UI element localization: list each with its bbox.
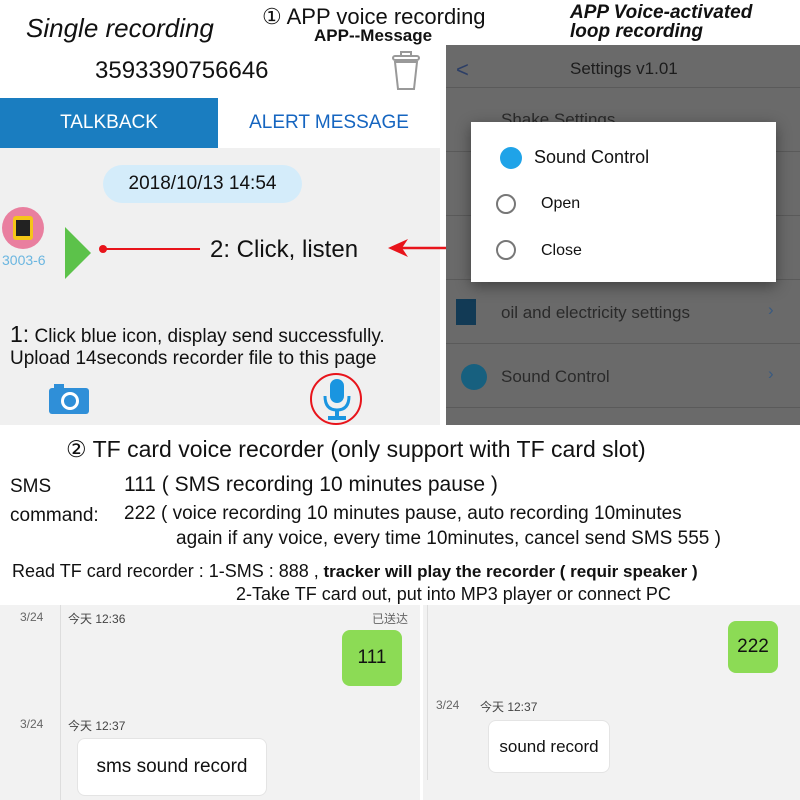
msg-date: 3/24 <box>20 717 44 731</box>
command-222: 222 ( voice recording 10 minutes pause, … <box>124 503 682 524</box>
step-text: Click blue icon, display send successful… <box>29 326 385 347</box>
radio-open[interactable] <box>496 194 516 214</box>
msg-date: 3/24 <box>436 698 460 712</box>
delivery-status: 已送达 <box>372 612 409 626</box>
settings-row-oil-electricity[interactable]: oil and electricity settings › <box>446 280 800 344</box>
single-recording-title: Single recording <box>26 13 214 43</box>
annotation-1-line2: Upload 14seconds recorder file to this p… <box>10 348 377 369</box>
title-line: APP Voice-activated <box>570 2 753 23</box>
read-option-1: tracker will play the recorder ( requir … <box>318 562 698 581</box>
tab-alert-message[interactable]: ALERT MESSAGE <box>218 98 440 148</box>
trash-icon[interactable] <box>390 51 422 91</box>
received-message: sound record <box>488 720 610 773</box>
fuel-icon <box>456 299 476 325</box>
step-number: 1: <box>10 321 30 347</box>
sms-chat-left: 3/24 今天 12:36 已送达 111 3/24 今天 12:37 sms … <box>0 605 420 800</box>
command-111: 111 ( SMS recording 10 minutes pause ) <box>124 473 498 496</box>
annotation-line <box>102 248 200 250</box>
arrow-left-icon <box>388 239 446 257</box>
read-tf-line: Read TF card recorder : 1-SMS : 888 , tr… <box>12 561 698 582</box>
annotation-1: 1: Click blue icon, display send success… <box>10 321 385 348</box>
click-listen-annotation: 2: Click, listen <box>210 236 359 263</box>
app-message-screen: 3593390756646 TALKBACK ALERT MESSAGE 201… <box>0 45 440 425</box>
sound-control-icon <box>461 364 487 390</box>
radio-close[interactable] <box>496 240 516 260</box>
msg-date: 3/24 <box>20 610 44 624</box>
msg-time: 今天 12:37 <box>68 719 126 733</box>
device-name: 3003-6 <box>2 252 46 268</box>
title-line: loop recording <box>570 21 703 42</box>
settings-row-sound-control[interactable]: Sound Control › <box>446 344 800 408</box>
sms-chat-right: 222 3/24 今天 12:37 sound record <box>423 605 800 800</box>
sent-message: 111 <box>342 630 402 686</box>
device-avatar[interactable] <box>2 207 44 249</box>
command-label: command: <box>10 505 99 526</box>
command-222-cont: again if any voice, every time 10minutes… <box>176 528 721 549</box>
msg-time: 今天 12:36 <box>68 612 126 626</box>
play-voice-icon[interactable] <box>63 225 93 281</box>
record-voice-button[interactable] <box>310 373 362 425</box>
tab-talkback[interactable]: TALKBACK <box>0 98 218 148</box>
row-label: Sound Control <box>501 367 610 386</box>
phone-number: 3593390756646 <box>95 57 269 84</box>
tf-heading: ② TF card voice recorder (only support w… <box>66 436 646 462</box>
camera-icon[interactable] <box>49 382 89 414</box>
option-open[interactable]: Open <box>541 195 580 213</box>
sent-message: 222 <box>728 621 778 673</box>
row-label: oil and electricity settings <box>501 303 690 322</box>
annotation-dot <box>99 245 107 253</box>
settings-screen: < Settings v1.01 Shake Settings oil and … <box>446 45 800 425</box>
voice-activated-title: APP Voice-activated loop recording <box>570 3 752 41</box>
app-message-subtitle: APP--Message <box>314 26 433 45</box>
read-option-2: 2-Take TF card out, put into MP3 player … <box>236 584 671 604</box>
received-message: sms sound record <box>77 738 267 796</box>
sound-control-dialog: Sound Control Open Close <box>471 122 776 282</box>
microphone-icon <box>500 147 522 169</box>
msg-time: 今天 12:37 <box>480 700 538 714</box>
microphone-icon <box>323 379 351 420</box>
sms-label: SMS <box>10 476 52 497</box>
option-close[interactable]: Close <box>541 242 582 260</box>
read-label: Read TF card recorder : 1-SMS : 888 , <box>12 561 319 581</box>
dialog-title: Sound Control <box>534 147 650 167</box>
date-pill: 2018/10/13 14:54 <box>103 165 302 203</box>
